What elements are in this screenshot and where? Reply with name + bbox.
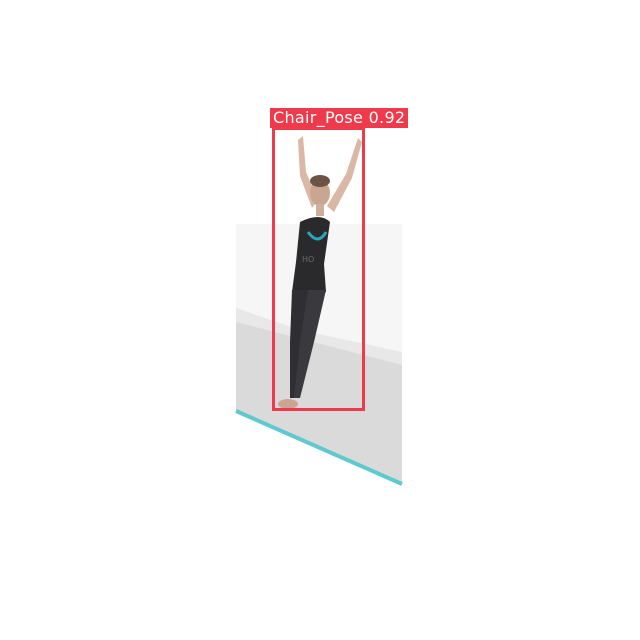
detection-class: Chair_Pose [273, 108, 364, 127]
image-canvas: HO Chair_Pose 0.92 [0, 0, 640, 640]
detection-label: Chair_Pose 0.92 [270, 108, 409, 128]
detection-confidence: 0.92 [368, 108, 406, 127]
detection-bounding-box [272, 127, 365, 411]
